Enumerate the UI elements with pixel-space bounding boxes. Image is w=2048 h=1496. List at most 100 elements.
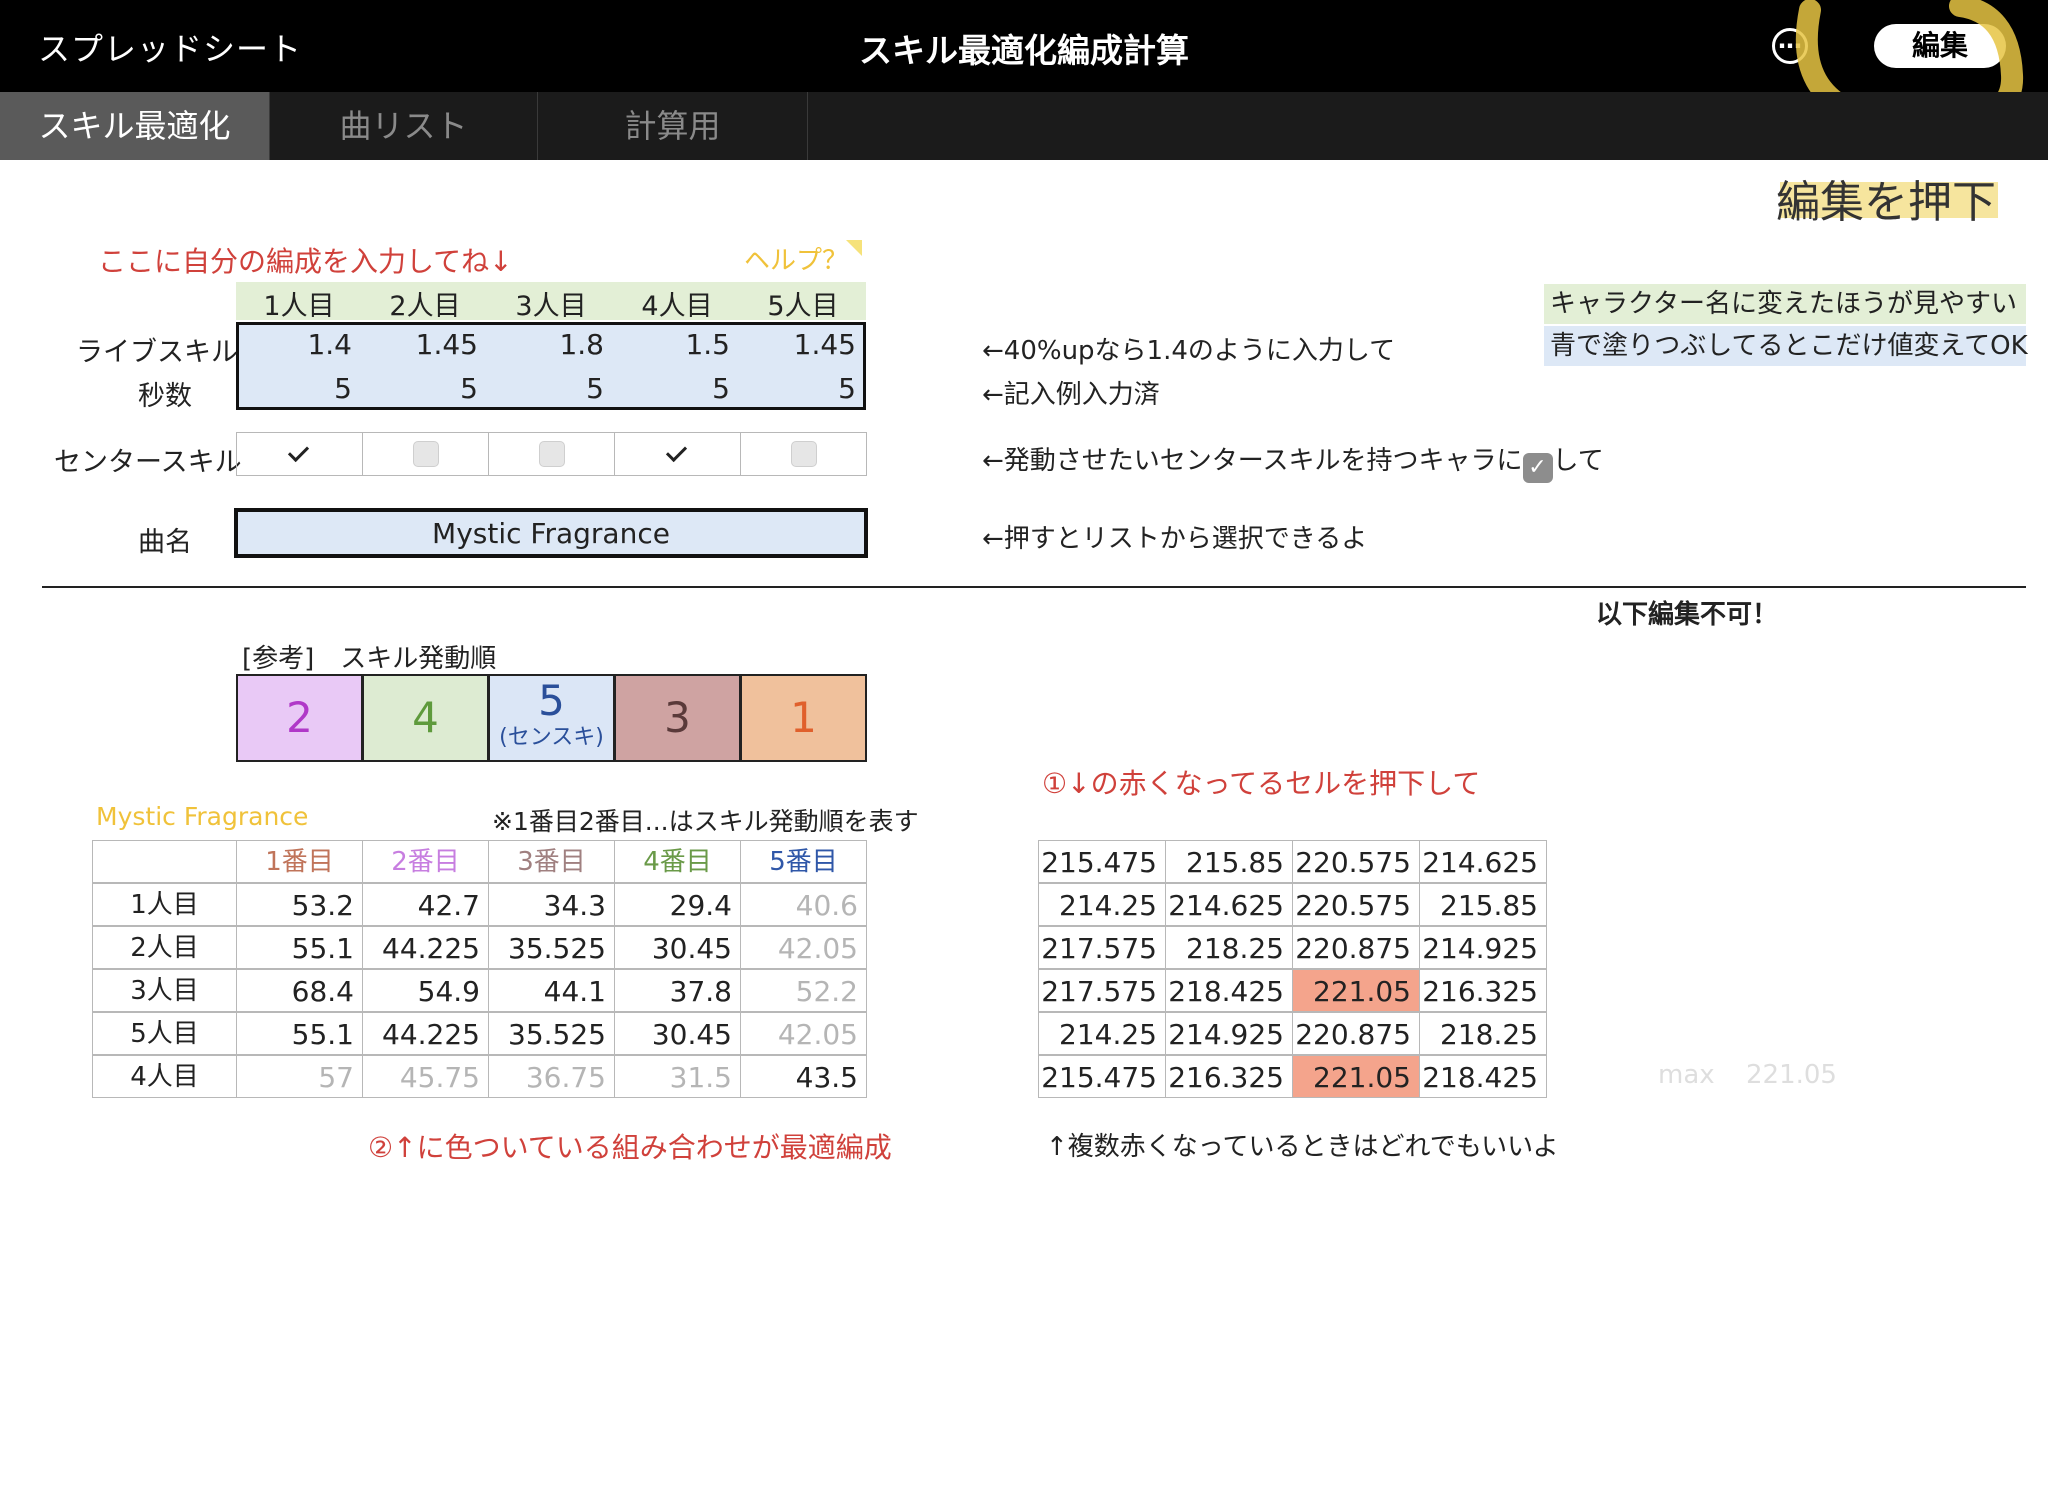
tab-calculation[interactable]: 計算用 xyxy=(538,92,808,160)
song-select-cell[interactable]: Mystic Fragrance xyxy=(234,508,868,558)
total-cell: 218.425 xyxy=(1419,1055,1547,1098)
total-cell: 220.875 xyxy=(1292,1012,1420,1055)
total-cell: 215.85 xyxy=(1419,883,1547,926)
score-cell: 57 xyxy=(236,1055,363,1098)
skill-order-value: 2 xyxy=(286,693,313,742)
seconds-cell[interactable]: 5 xyxy=(236,372,352,405)
live-skill-cell[interactable]: 1.5 xyxy=(614,328,730,361)
song-note: ←押すとリストから選択できるよ xyxy=(982,524,1368,554)
score-cell: 30.45 xyxy=(614,1012,741,1055)
member-header: 5人目 xyxy=(767,291,839,322)
total-cell: 214.625 xyxy=(1165,883,1293,926)
member-row-label: 3人目 xyxy=(92,969,237,1012)
score-cell: 29.4 xyxy=(614,883,741,926)
center-skill-cell xyxy=(488,432,615,476)
checkbox-empty-icon[interactable] xyxy=(539,441,565,467)
score-cell: 42.7 xyxy=(362,883,489,926)
seconds-note: ←記入例入力済 xyxy=(982,380,1160,410)
score-cell: 42.05 xyxy=(740,1012,867,1055)
skill-order-value: 3 xyxy=(664,693,691,742)
more-icon[interactable]: ⋯ xyxy=(1772,28,1808,64)
score-song-label: Mystic Fragrance xyxy=(96,802,309,831)
press-edit-annotation: 編集を押下 xyxy=(1776,177,1996,228)
center-skill-note: ←発動させたいセンタースキルを持つキャラに ✓ して xyxy=(982,440,1604,483)
total-cell: 217.575 xyxy=(1038,969,1166,1012)
seconds-cell[interactable]: 5 xyxy=(740,372,856,405)
checkbox-empty-icon[interactable] xyxy=(791,441,817,467)
score-cell: 68.4 xyxy=(236,969,363,1012)
total-cell: 220.575 xyxy=(1292,883,1420,926)
center-skill-label: センタースキル xyxy=(54,447,242,478)
center-skill-cell xyxy=(740,432,867,476)
section-divider xyxy=(42,586,2026,588)
total-cell: 216.325 xyxy=(1419,969,1547,1012)
readonly-note: 以下編集不可！ xyxy=(1596,600,1779,630)
live-skill-cell[interactable]: 1.4 xyxy=(236,328,352,361)
max-value: 221.05 xyxy=(1746,1060,1837,1090)
score-cell: 44.225 xyxy=(362,1012,489,1055)
skill-order-value: 4 xyxy=(412,693,439,742)
seconds-cell[interactable]: 5 xyxy=(488,372,604,405)
tab-skill-optimize[interactable]: スキル最適化 xyxy=(0,92,270,160)
total-cell: 218.25 xyxy=(1165,926,1293,969)
total-cell: 218.25 xyxy=(1419,1012,1547,1055)
help-link[interactable]: ヘルプ？ xyxy=(744,240,848,277)
score-cell: 40.6 xyxy=(740,883,867,926)
order-header-cell: 2番目 xyxy=(362,840,489,883)
score-cell: 30.45 xyxy=(614,926,741,969)
member-header: 2人目 xyxy=(389,291,461,322)
seconds-cell[interactable]: 5 xyxy=(614,372,730,405)
edit-button[interactable]: 編集 xyxy=(1874,24,2006,68)
member-row-label: 4人目 xyxy=(92,1055,237,1098)
skill-order-cell: 2 xyxy=(236,674,363,762)
checkbox-empty-icon[interactable] xyxy=(413,441,439,467)
score-cell: 37.8 xyxy=(614,969,741,1012)
comment-indicator-icon xyxy=(846,240,862,256)
total-cell: 217.575 xyxy=(1038,926,1166,969)
live-skill-cell[interactable]: 1.45 xyxy=(740,328,856,361)
center-skill-note-text: ←発動させたいセンタースキルを持つキャラに xyxy=(982,446,1523,476)
score-cell: 35.525 xyxy=(488,1012,615,1055)
skill-order-value: 5 xyxy=(538,676,565,725)
total-cell: 214.925 xyxy=(1165,1012,1293,1055)
total-cell: 214.25 xyxy=(1038,883,1166,926)
skill-order-value: 1 xyxy=(790,693,817,742)
center-skill-cell xyxy=(614,432,741,476)
document-title: スキル最適化編成計算 xyxy=(859,31,1189,70)
skill-order-cell: 4 xyxy=(362,674,489,762)
score-cell: 54.9 xyxy=(362,969,489,1012)
input-prompt: ここに自分の編成を入力してね↓ xyxy=(98,245,513,278)
score-cell: 53.2 xyxy=(236,883,363,926)
score-cell: 52.2 xyxy=(740,969,867,1012)
score-cell: 34.3 xyxy=(488,883,615,926)
checkbox-icon: ✓ xyxy=(1522,453,1553,483)
optimal-total-cell[interactable]: 221.05 xyxy=(1292,1055,1420,1098)
checkbox-checked-icon[interactable] xyxy=(665,441,691,467)
skill-order-cell: 1 xyxy=(740,674,867,762)
live-skill-cell[interactable]: 1.45 xyxy=(362,328,478,361)
tab-song-list[interactable]: 曲リスト xyxy=(270,92,538,160)
member-row-label: 2人目 xyxy=(92,926,237,969)
press-red-cell-note: ①↓の赤くなってるセルを押下して xyxy=(1042,767,1481,800)
order-header-cell: 4番目 xyxy=(614,840,741,883)
max-label: max xyxy=(1658,1060,1715,1090)
total-cell: 214.25 xyxy=(1038,1012,1166,1055)
skill-order-sub: (センスキ) xyxy=(499,725,604,750)
score-cell: 42.05 xyxy=(740,926,867,969)
score-cell: 36.75 xyxy=(488,1055,615,1098)
seconds-cell[interactable]: 5 xyxy=(362,372,478,405)
live-skill-note: ←40%upなら1.4のように入力して xyxy=(982,336,1396,366)
center-skill-cell xyxy=(362,432,489,476)
score-cell: 55.1 xyxy=(236,1012,363,1055)
green-side-note: キャラクター名に変えたほうが見やすい xyxy=(1544,284,2026,324)
center-skill-cell xyxy=(236,432,363,476)
optimal-total-cell[interactable]: 221.05 xyxy=(1292,969,1420,1012)
score-cell: 31.5 xyxy=(614,1055,741,1098)
total-cell: 216.325 xyxy=(1165,1055,1293,1098)
checkbox-checked-icon[interactable] xyxy=(287,441,313,467)
live-skill-cell[interactable]: 1.8 xyxy=(488,328,604,361)
member-header: 4人目 xyxy=(641,291,713,322)
member-header: 3人目 xyxy=(515,291,587,322)
score-cell: 45.75 xyxy=(362,1055,489,1098)
score-corner-cell xyxy=(92,840,237,883)
